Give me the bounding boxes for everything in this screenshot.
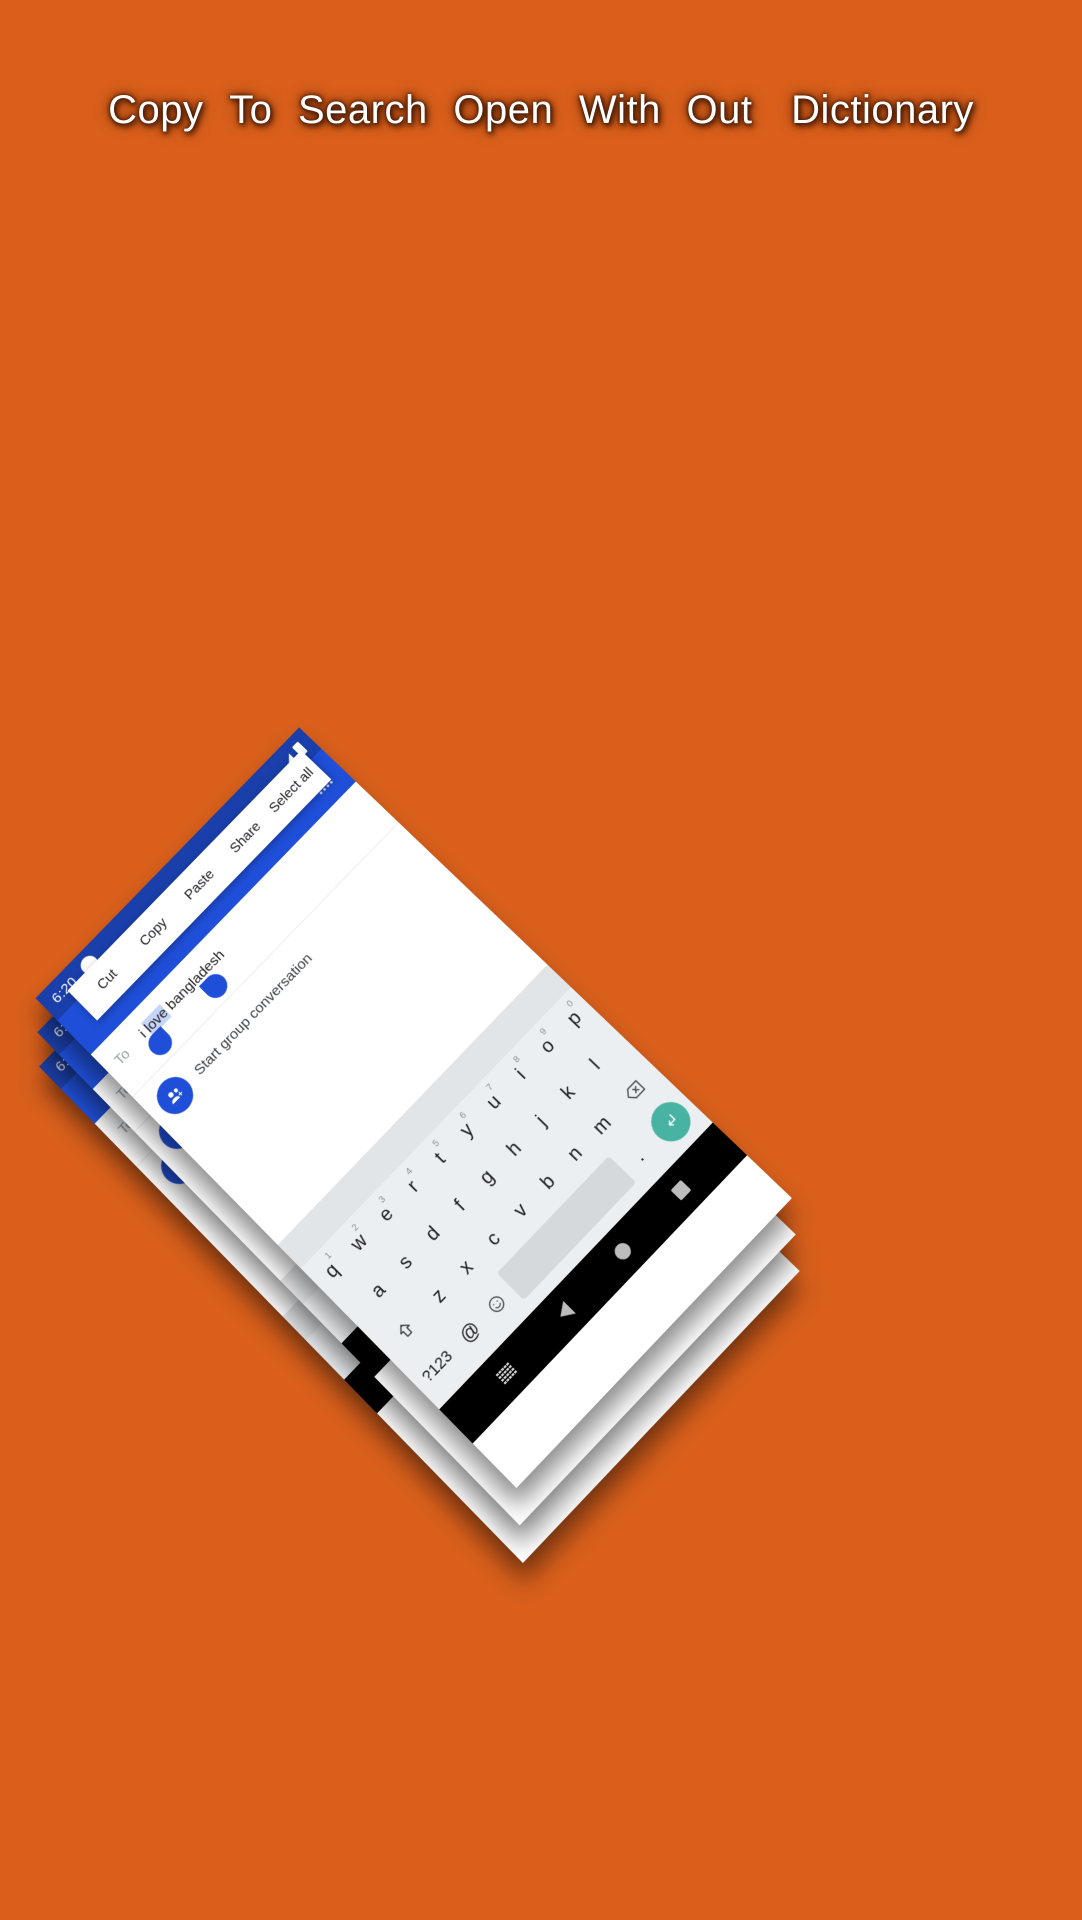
key-k-label: k <box>556 1080 579 1104</box>
symbols-key-label: ?123 <box>418 1346 456 1386</box>
recents-square-icon[interactable] <box>670 1179 692 1201</box>
home-circle-icon[interactable] <box>611 1239 635 1263</box>
key-z-label: z <box>427 1283 450 1307</box>
hide-keyboard-icon[interactable] <box>495 1362 518 1385</box>
battery-icon <box>294 774 311 791</box>
status-bar-icons <box>282 774 311 802</box>
key-s-label: s <box>393 1250 417 1273</box>
status-bar-badge <box>78 986 105 1012</box>
key-a-label: a <box>366 1278 390 1302</box>
wifi-signal-icon <box>283 786 299 801</box>
key-b-label: b <box>535 1169 559 1194</box>
apps-grid-icon[interactable] <box>311 803 336 829</box>
add-group-icon <box>149 1069 201 1122</box>
key-v-label: v <box>508 1198 532 1222</box>
period-key-label: . <box>628 1145 649 1165</box>
key-x-label: x <box>454 1255 477 1279</box>
key-n-label: n <box>562 1141 587 1165</box>
key-j-label: j <box>531 1111 550 1130</box>
key-p-number: 0 <box>564 997 576 1010</box>
phone-mockup-stage: 6:20 To <box>0 0 1082 1920</box>
key-d-label: d <box>420 1221 444 1245</box>
key-h-label: h <box>502 1136 526 1160</box>
phone-deck: 6:20 To <box>35 688 909 1565</box>
